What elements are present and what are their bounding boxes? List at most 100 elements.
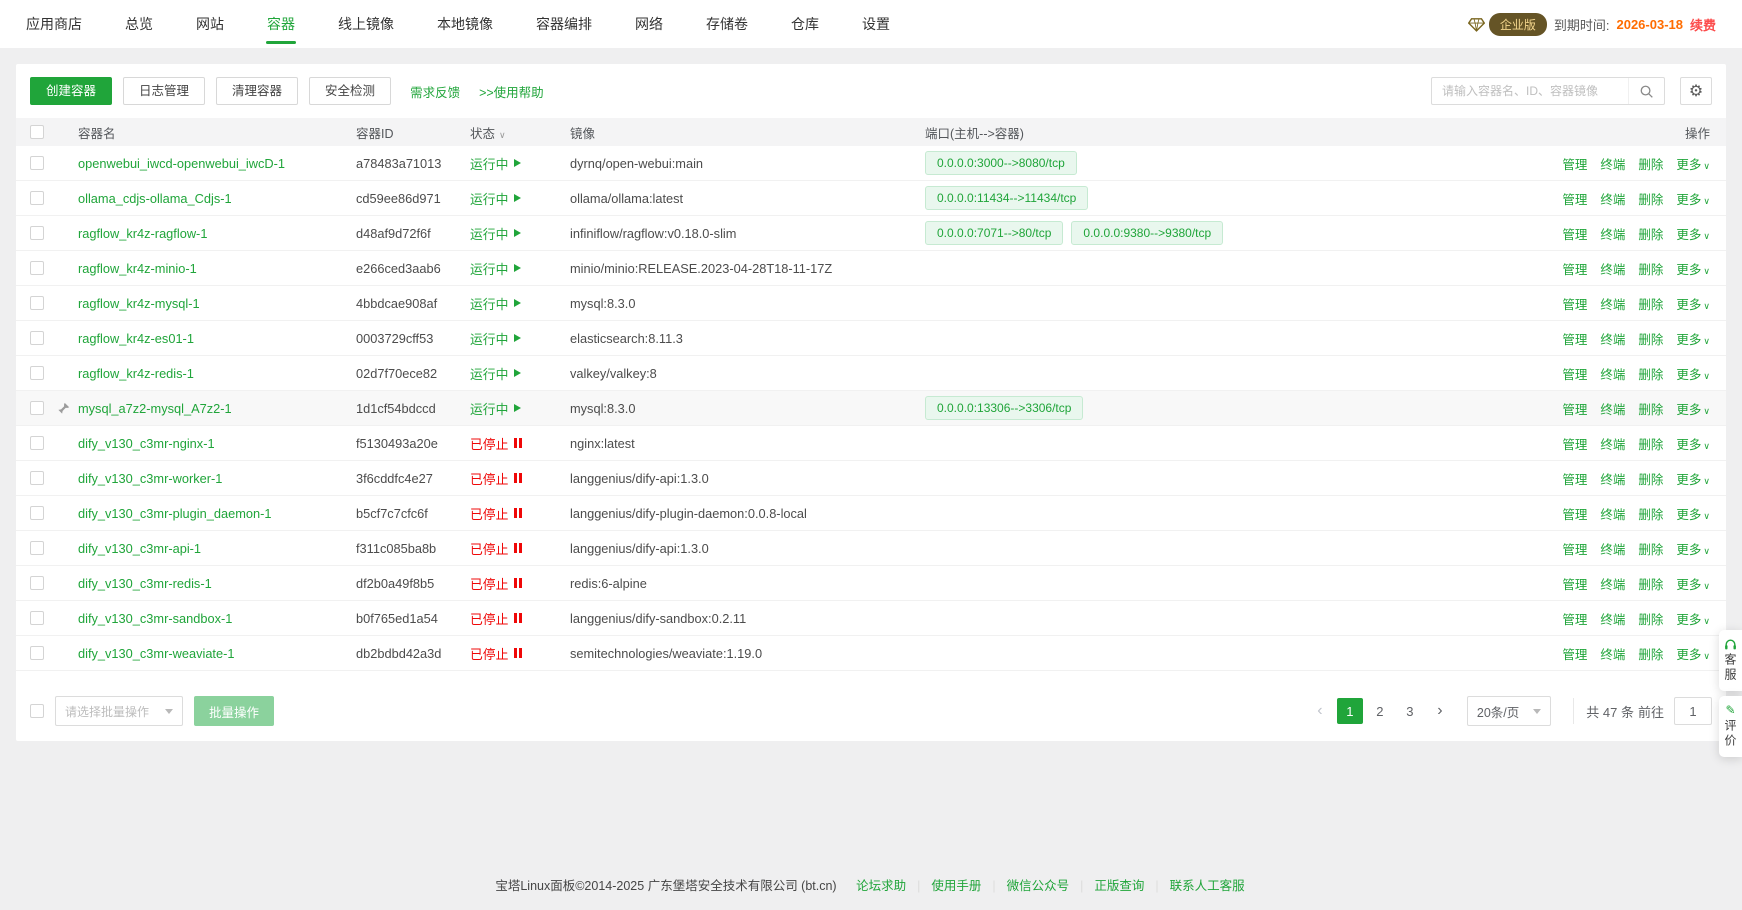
row-action-delete[interactable]: 删除 [1638, 294, 1663, 313]
row-action-terminal[interactable]: 终端 [1600, 399, 1625, 418]
footer-link-5[interactable]: 联系人工客服 [1170, 879, 1245, 893]
page-button-2[interactable]: 2 [1367, 698, 1393, 724]
row-checkbox[interactable] [30, 611, 44, 625]
row-checkbox[interactable] [30, 646, 44, 660]
container-name-link[interactable]: ragflow_kr4z-ragflow-1 [78, 226, 207, 241]
nav-item-5[interactable]: 线上镜像 [338, 0, 394, 48]
settings-button[interactable]: ⚙ [1680, 77, 1712, 105]
row-action-more[interactable]: 更多∨ [1676, 399, 1710, 418]
row-checkbox[interactable] [30, 471, 44, 485]
row-action-more[interactable]: 更多∨ [1676, 224, 1710, 243]
create-container-button[interactable]: 创建容器 [30, 77, 112, 105]
container-name-link[interactable]: ragflow_kr4z-mysql-1 [78, 296, 200, 311]
nav-item-7[interactable]: 容器编排 [536, 0, 592, 48]
row-action-terminal[interactable]: 终端 [1600, 189, 1625, 208]
page-next-button[interactable]: › [1427, 698, 1453, 724]
row-action-manage[interactable]: 管理 [1562, 224, 1587, 243]
footer-link-2[interactable]: 使用手册 [931, 879, 981, 893]
nav-item-6[interactable]: 本地镜像 [437, 0, 493, 48]
nav-item-10[interactable]: 仓库 [791, 0, 819, 48]
select-all-checkbox[interactable] [30, 125, 44, 139]
container-name-link[interactable]: dify_v130_c3mr-redis-1 [78, 576, 212, 591]
row-checkbox[interactable] [30, 506, 44, 520]
container-name-link[interactable]: ollama_cdjs-ollama_Cdjs-1 [78, 191, 232, 206]
page-button-3[interactable]: 3 [1397, 698, 1423, 724]
container-name-link[interactable]: openwebui_iwcd-openwebui_iwcD-1 [78, 156, 285, 171]
batch-operate-button[interactable]: 批量操作 [194, 696, 274, 726]
footer-link-1[interactable]: 论坛求助 [856, 879, 906, 893]
row-action-terminal[interactable]: 终端 [1600, 224, 1625, 243]
status-filter-chevron-icon[interactable]: ∨ [499, 130, 506, 140]
feedback-link[interactable]: 需求反馈 [410, 82, 460, 101]
batch-select-all-checkbox[interactable] [30, 704, 44, 718]
row-action-more[interactable]: 更多∨ [1676, 434, 1710, 453]
container-name-link[interactable]: dify_v130_c3mr-plugin_daemon-1 [78, 506, 272, 521]
row-action-manage[interactable]: 管理 [1562, 399, 1587, 418]
row-action-more[interactable]: 更多∨ [1676, 259, 1710, 278]
container-name-link[interactable]: dify_v130_c3mr-api-1 [78, 541, 201, 556]
clean-container-button[interactable]: 清理容器 [216, 77, 298, 105]
container-name-link[interactable]: ragflow_kr4z-redis-1 [78, 366, 194, 381]
row-action-terminal[interactable]: 终端 [1600, 294, 1625, 313]
nav-item-8[interactable]: 网络 [635, 0, 663, 48]
row-action-terminal[interactable]: 终端 [1600, 539, 1625, 558]
security-check-button[interactable]: 安全检测 [309, 77, 391, 105]
row-checkbox[interactable] [30, 401, 44, 415]
renew-link[interactable]: 续费 [1690, 15, 1716, 34]
nav-item-4[interactable]: 容器 [267, 0, 295, 48]
row-checkbox[interactable] [30, 261, 44, 275]
row-action-more[interactable]: 更多∨ [1676, 644, 1710, 663]
row-action-more[interactable]: 更多∨ [1676, 294, 1710, 313]
row-action-delete[interactable]: 删除 [1638, 364, 1663, 383]
row-action-more[interactable]: 更多∨ [1676, 539, 1710, 558]
row-action-more[interactable]: 更多∨ [1676, 469, 1710, 488]
page-button-1[interactable]: 1 [1337, 698, 1363, 724]
row-action-more[interactable]: 更多∨ [1676, 609, 1710, 628]
batch-operation-select[interactable]: 请选择批量操作 [55, 696, 183, 726]
nav-item-11[interactable]: 设置 [862, 0, 890, 48]
row-action-delete[interactable]: 删除 [1638, 574, 1663, 593]
row-action-terminal[interactable]: 终端 [1600, 259, 1625, 278]
row-checkbox[interactable] [30, 156, 44, 170]
container-name-link[interactable]: ragflow_kr4z-es01-1 [78, 331, 194, 346]
nav-item-3[interactable]: 网站 [196, 0, 224, 48]
row-action-delete[interactable]: 删除 [1638, 644, 1663, 663]
row-checkbox[interactable] [30, 366, 44, 380]
row-action-more[interactable]: 更多∨ [1676, 189, 1710, 208]
row-action-delete[interactable]: 删除 [1638, 434, 1663, 453]
row-action-more[interactable]: 更多∨ [1676, 504, 1710, 523]
row-action-manage[interactable]: 管理 [1562, 644, 1587, 663]
row-checkbox[interactable] [30, 436, 44, 450]
row-checkbox[interactable] [30, 296, 44, 310]
row-action-terminal[interactable]: 终端 [1600, 154, 1625, 173]
row-action-more[interactable]: 更多∨ [1676, 329, 1710, 348]
row-action-terminal[interactable]: 终端 [1600, 574, 1625, 593]
nav-item-1[interactable]: 应用商店 [26, 0, 82, 48]
row-action-manage[interactable]: 管理 [1562, 609, 1587, 628]
row-action-delete[interactable]: 删除 [1638, 224, 1663, 243]
container-name-link[interactable]: dify_v130_c3mr-sandbox-1 [78, 611, 232, 626]
row-action-delete[interactable]: 删除 [1638, 469, 1663, 488]
row-action-manage[interactable]: 管理 [1562, 469, 1587, 488]
row-action-more[interactable]: 更多∨ [1676, 574, 1710, 593]
log-manage-button[interactable]: 日志管理 [123, 77, 205, 105]
row-action-manage[interactable]: 管理 [1562, 504, 1587, 523]
container-name-link[interactable]: ragflow_kr4z-minio-1 [78, 261, 197, 276]
row-action-manage[interactable]: 管理 [1562, 189, 1587, 208]
row-action-delete[interactable]: 删除 [1638, 679, 1663, 682]
row-checkbox[interactable] [30, 226, 44, 240]
page-prev-button[interactable]: ‹ [1307, 698, 1333, 724]
footer-link-3[interactable]: 微信公众号 [1007, 879, 1070, 893]
page-size-select[interactable]: 20条/页 [1467, 696, 1551, 726]
container-name-link[interactable]: mysql_a7z2-mysql_A7z2-1 [78, 401, 232, 416]
row-action-delete[interactable]: 删除 [1638, 259, 1663, 278]
row-action-terminal[interactable]: 终端 [1600, 679, 1625, 682]
row-action-delete[interactable]: 删除 [1638, 399, 1663, 418]
row-action-terminal[interactable]: 终端 [1600, 469, 1625, 488]
row-action-manage[interactable]: 管理 [1562, 294, 1587, 313]
row-action-manage[interactable]: 管理 [1562, 539, 1587, 558]
row-action-manage[interactable]: 管理 [1562, 154, 1587, 173]
row-action-delete[interactable]: 删除 [1638, 539, 1663, 558]
row-action-more[interactable]: 更多∨ [1676, 364, 1710, 383]
row-checkbox[interactable] [30, 541, 44, 555]
